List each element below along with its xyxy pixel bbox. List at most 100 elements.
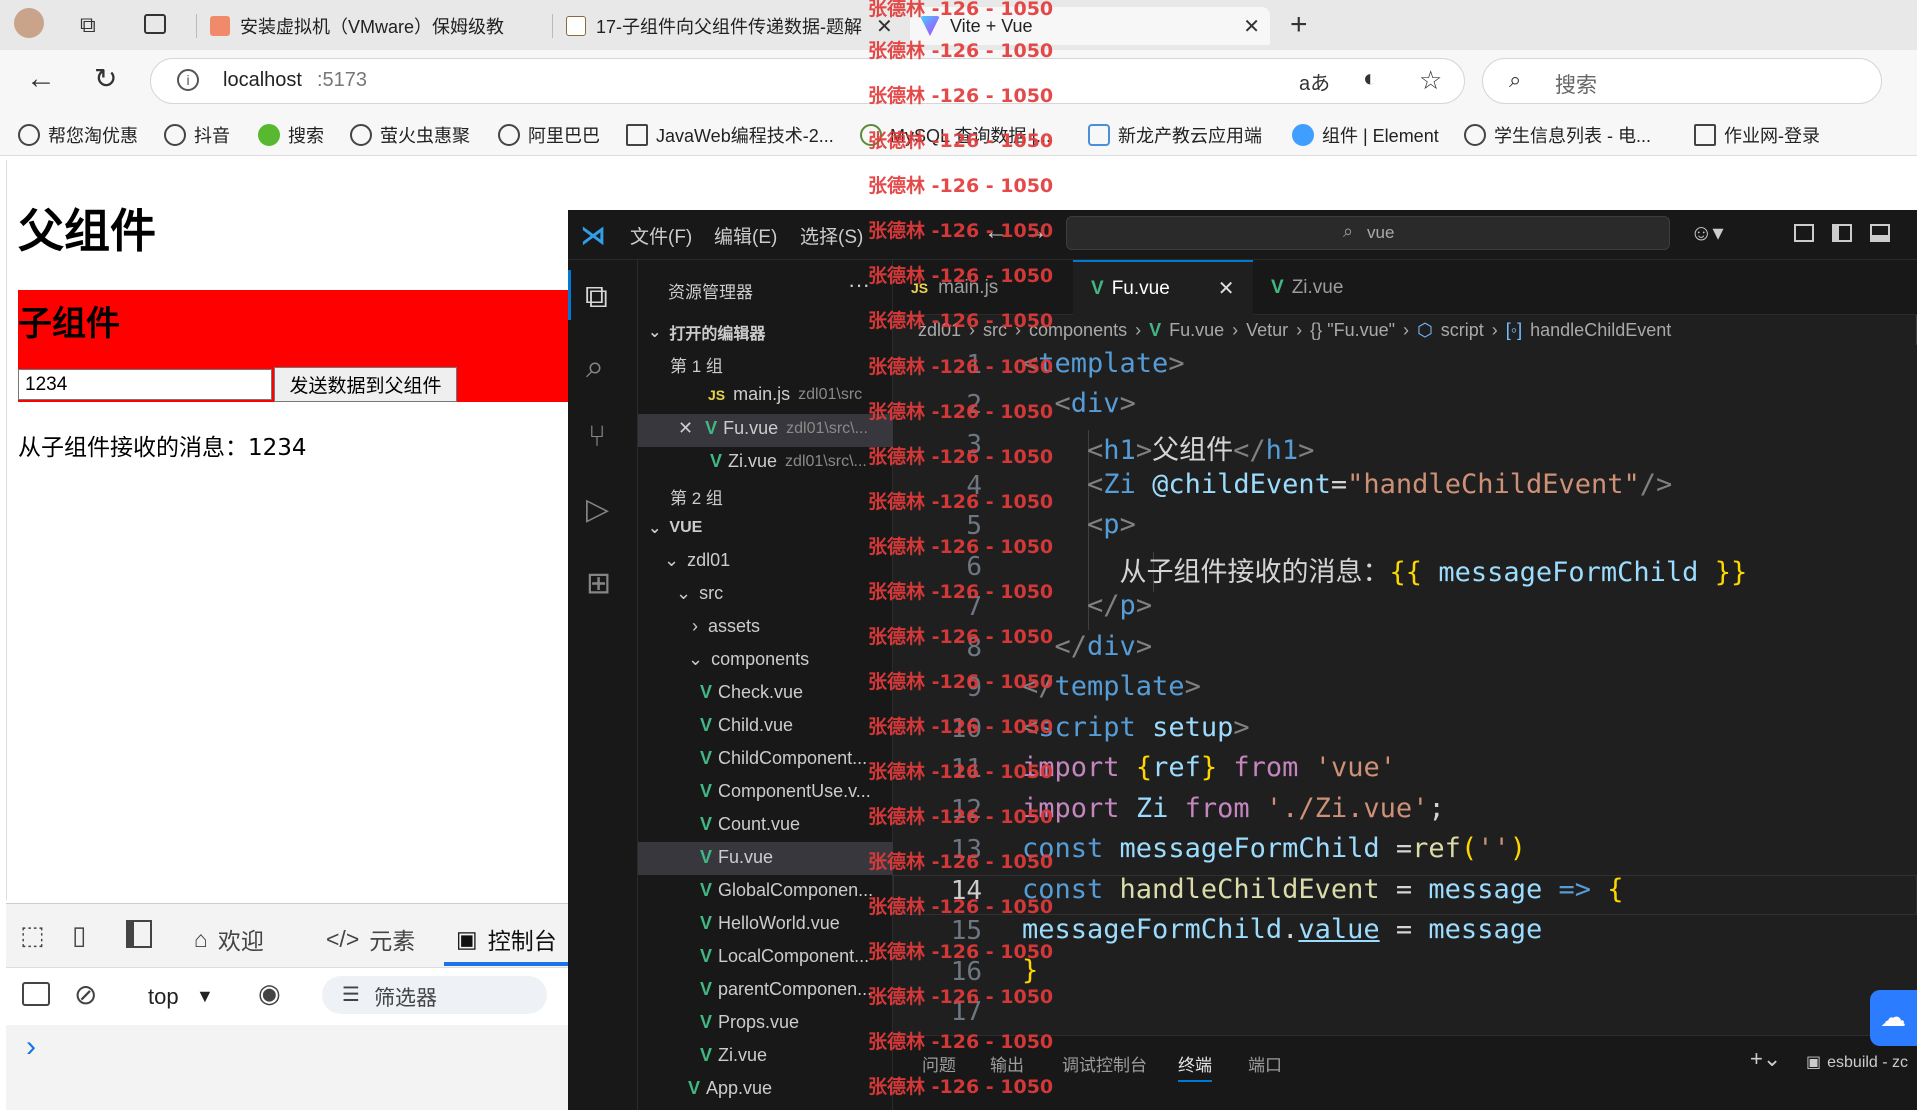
send-to-parent-button[interactable]: 发送数据到父组件	[274, 367, 457, 402]
open-editor-fu-vue[interactable]: ✕ V Fu.vue zdl01\src\...	[678, 418, 868, 439]
devtools-tab-console[interactable]: ▣ 控制台	[456, 922, 557, 956]
folder-components[interactable]: ⌄ components	[688, 649, 809, 670]
web-page	[6, 160, 569, 900]
inspect-element-icon[interactable]: ⬚	[20, 920, 45, 951]
browser-extension-icon[interactable]: ◐	[1363, 65, 1378, 93]
context-selector[interactable]: top	[148, 984, 179, 1010]
bookmark-item[interactable]: JavaWeb编程技术-2...	[626, 122, 834, 148]
open-editor-zi-vue[interactable]: V Zi.vue zdl01\src\...	[710, 451, 867, 472]
file-zi-vue[interactable]: V Zi.vue	[700, 1045, 767, 1066]
new-tab-button[interactable]: +	[1290, 8, 1308, 42]
file-parentcomponent-vue[interactable]: VparentComponen...	[700, 979, 872, 1000]
file-componentuse-vue[interactable]: V ComponentUse.v...	[700, 781, 871, 802]
chevron-down-icon[interactable]: ▼	[196, 986, 214, 1007]
tab-vmware[interactable]: 安装虚拟机（VMware）保姆级教	[200, 7, 540, 45]
dock-side-icon[interactable]	[126, 920, 152, 948]
reload-icon[interactable]: ↻	[94, 62, 117, 95]
read-aloud-icon[interactable]: aあ	[1299, 67, 1330, 96]
panel-tab-ports[interactable]: 端口	[1248, 1051, 1282, 1076]
panel-tab-debug-console[interactable]: 调试控制台	[1062, 1051, 1147, 1076]
open-editor-main-js[interactable]: JS main.js zdl01\src	[708, 384, 862, 405]
breadcrumb-item[interactable]: Fu.vue	[1169, 320, 1224, 341]
menu-edit[interactable]: 编辑(E)	[714, 222, 777, 249]
profile-avatar[interactable]	[14, 8, 44, 38]
console-prompt[interactable]: ›	[26, 1030, 36, 1064]
bookmark-item[interactable]: 阿里巴巴	[498, 122, 600, 148]
favorite-star-icon[interactable]: ☆	[1419, 65, 1442, 96]
live-expression-eye-icon[interactable]: ◉	[258, 978, 281, 1009]
more-actions-icon[interactable]: ···	[848, 272, 870, 298]
bookmark-item[interactable]: 搜索	[258, 122, 324, 148]
folder-src[interactable]: ⌄ src	[676, 583, 723, 604]
workspaces-icon[interactable]: ⧉	[80, 12, 96, 38]
extensions-icon[interactable]: ⊞	[586, 566, 611, 601]
back-icon[interactable]: ←	[26, 62, 56, 96]
bookmark-item[interactable]: 抖音	[164, 122, 230, 148]
bookmark-item[interactable]: 组件 | Element	[1292, 122, 1439, 148]
copilot-icon[interactable]: ☺▾	[1690, 220, 1724, 246]
file-props-vue[interactable]: V Props.vue	[700, 1012, 799, 1033]
file-check-vue[interactable]: V Check.vue	[700, 682, 803, 703]
bookmark-item[interactable]: 学生信息列表 - 电...	[1464, 122, 1651, 148]
tab-tutorial[interactable]: 17-子组件向父组件传递数据-题解 ✕	[556, 7, 906, 45]
breadcrumb-item[interactable]: handleChildEvent	[1530, 320, 1671, 341]
address-bar[interactable]: i localhost :5173 aあ ◐ ☆	[150, 58, 1465, 104]
editor-tab-fu-vue[interactable]: V Fu.vue ✕	[1073, 260, 1253, 315]
tab-label: 控制台	[487, 928, 557, 954]
device-emulation-icon[interactable]: ▯	[72, 920, 86, 951]
file-childcomponent-vue[interactable]: V ChildComponent...	[700, 748, 867, 769]
devtools-tab-elements[interactable]: </> 元素	[326, 922, 415, 956]
new-terminal-icon[interactable]: +⌄	[1750, 1046, 1781, 1072]
menu-selection[interactable]: 选择(S)	[800, 222, 863, 249]
toggle-sidebar-icon[interactable]	[1832, 224, 1852, 242]
toggle-panel-icon[interactable]	[1870, 224, 1890, 242]
watermark: 张德林 -126 - 1050	[868, 941, 1054, 963]
search-box[interactable]: ⌕ 搜索	[1482, 58, 1882, 104]
file-localcomponent-vue[interactable]: V LocalComponent...	[700, 946, 869, 967]
file-count-vue[interactable]: V Count.vue	[700, 814, 800, 835]
info-icon[interactable]: i	[177, 69, 199, 91]
console-filter[interactable]: ☰ 筛选器	[322, 976, 547, 1014]
folder-zdl01[interactable]: ⌄ zdl01	[664, 550, 730, 571]
breadcrumb-item[interactable]: {} "Fu.vue"	[1310, 320, 1395, 341]
floating-netdisk-button[interactable]: ☁	[1870, 990, 1917, 1046]
devtools-tab-welcome[interactable]: ⌂ 欢迎	[194, 922, 264, 956]
terminal-selector[interactable]: ▣ esbuild - zc	[1806, 1052, 1908, 1072]
panel-tab-terminal[interactable]: 终端	[1178, 1051, 1212, 1082]
bookmark-item[interactable]: 新龙产教云应用端	[1088, 122, 1262, 148]
editor-tab-zi-vue[interactable]: V Zi.vue	[1253, 260, 1433, 315]
close-tab-icon[interactable]: ✕	[1243, 14, 1260, 39]
sidebar-toggle-icon[interactable]	[22, 982, 50, 1006]
file-globalcomponent-vue[interactable]: V GlobalComponen...	[700, 880, 873, 901]
site-favicon-icon	[210, 16, 230, 36]
vue-file-icon: V	[700, 748, 713, 768]
file-child-vue[interactable]: V Child.vue	[700, 715, 793, 736]
breadcrumb-item[interactable]: Vetur	[1246, 320, 1288, 341]
bookmark-item[interactable]: 萤火虫惠聚	[350, 122, 470, 148]
bookmark-item[interactable]: 帮您淘优惠	[18, 122, 138, 148]
editor-group-2[interactable]: 第 2 组	[670, 484, 723, 509]
file-name: Fu.vue	[723, 418, 779, 438]
folder-assets[interactable]: › assets	[692, 616, 760, 637]
run-debug-icon[interactable]: ▷	[586, 492, 609, 527]
command-center[interactable]: ⌕ vue	[1066, 216, 1670, 250]
search-icon[interactable]: ⌕	[586, 348, 604, 386]
clear-console-icon[interactable]: ⊘	[74, 978, 97, 1011]
tab-actions-icon[interactable]	[144, 14, 166, 34]
close-icon[interactable]: ✕	[678, 418, 693, 439]
child-text-input[interactable]	[18, 369, 272, 400]
open-editors-section[interactable]: ⌄ 打开的编辑器	[648, 320, 765, 344]
file-helloworld-vue[interactable]: V HelloWorld.vue	[700, 913, 840, 934]
tab-label: 安装虚拟机（VMware）保姆级教	[240, 17, 505, 37]
breadcrumb-item[interactable]: script	[1441, 320, 1484, 341]
source-control-icon[interactable]: ⑂	[588, 420, 606, 454]
editor-group-1[interactable]: 第 1 组	[670, 352, 723, 377]
close-icon[interactable]: ✕	[1218, 276, 1235, 301]
bookmark-item[interactable]: 作业网-登录	[1694, 122, 1820, 148]
workspace-root[interactable]: ⌄ VUE	[648, 518, 702, 538]
layout-icon[interactable]	[1794, 224, 1814, 242]
menu-file[interactable]: 文件(F)	[630, 222, 692, 249]
file-app-vue[interactable]: V App.vue	[688, 1078, 772, 1099]
explorer-icon[interactable]: ⧉	[585, 278, 608, 316]
file-fu-vue[interactable]: V Fu.vue	[700, 847, 773, 868]
